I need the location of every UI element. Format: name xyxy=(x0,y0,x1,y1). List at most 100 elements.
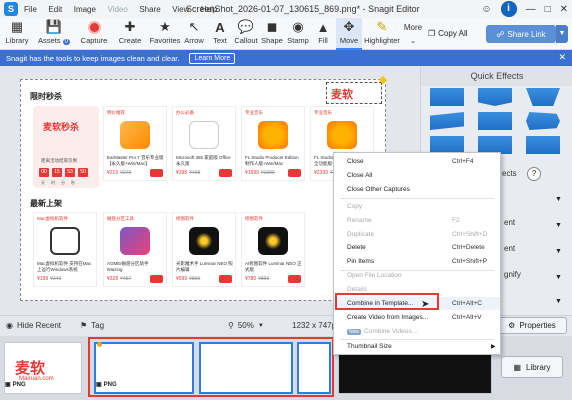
tool-arrow[interactable]: ↖ Arrow xyxy=(183,18,205,45)
share-dropdown-button[interactable]: ▼ xyxy=(556,25,568,43)
section-title-new-arrivals: 最新上架 xyxy=(30,199,62,208)
chevron-down-icon: ▼ xyxy=(257,322,264,329)
maximize-button[interactable]: □ xyxy=(545,4,551,15)
expand-chevron-icon[interactable]: ▼ xyxy=(555,274,562,281)
tag-button[interactable]: ⚑ Tag xyxy=(80,321,104,330)
mouse-cursor-icon: ➤ xyxy=(421,299,430,310)
expand-chevron-icon[interactable]: ▼ xyxy=(555,196,562,203)
title-bar: S File Edit Image Video Share View Help … xyxy=(0,0,572,18)
buy-button xyxy=(219,275,232,283)
move-icon: ✥ xyxy=(343,19,355,34)
side-label: gnify xyxy=(504,270,521,279)
new-badge: New xyxy=(347,329,362,335)
help-button[interactable]: ? xyxy=(527,167,541,181)
effect-preset[interactable] xyxy=(478,88,512,106)
menu-item-pin[interactable]: Pin Items Ctrl+Shift+P xyxy=(334,255,500,268)
menu-item-close[interactable]: Close Ctrl+F4 xyxy=(334,155,500,168)
library-button[interactable]: ▦ Library xyxy=(4,18,30,45)
effect-preset[interactable] xyxy=(526,136,560,154)
fill-icon: ▲ xyxy=(316,19,330,35)
expand-chevron-icon[interactable]: ▼ xyxy=(555,222,562,229)
buy-button xyxy=(150,169,163,177)
effect-preset[interactable] xyxy=(526,112,560,130)
share-link-button[interactable]: ☍ Share Link xyxy=(486,25,556,43)
effect-preset[interactable] xyxy=(430,88,464,106)
section-title-flash-sale: 限时秒杀 xyxy=(30,92,62,101)
expand-chevron-icon[interactable]: ▼ xyxy=(555,298,562,305)
assets-button[interactable]: 💾 Assets 0 xyxy=(36,18,72,45)
tool-text[interactable]: A Text xyxy=(209,18,231,46)
product-card: Mac虚拟机软件 Mac虚拟机软件 支持在Mac上运行Windows系统 ¥19… xyxy=(33,212,97,287)
menu-file[interactable]: File xyxy=(24,5,37,14)
buy-button xyxy=(288,169,301,177)
side-label: ent xyxy=(504,218,516,227)
side-label: ent xyxy=(504,244,516,253)
buy-button xyxy=(288,275,301,283)
library-tray-button[interactable]: ▦ Library xyxy=(501,356,563,378)
menu-item-open-location[interactable]: Open File Location xyxy=(334,269,500,282)
menu-item-combine-videos[interactable]: New Combine Videos... xyxy=(334,325,500,338)
properties-button[interactable]: ⚙ Properties xyxy=(497,317,567,334)
product-card: 修图软件 光影魔术手 Luminar NEO 照片编辑 ¥599 ¥899 xyxy=(172,212,236,287)
menu-edit[interactable]: Edit xyxy=(48,5,62,14)
menu-item-copy[interactable]: Copy xyxy=(334,200,500,213)
expand-chevron-icon[interactable]: ▼ xyxy=(555,248,562,255)
create-button[interactable]: ✚ Create xyxy=(116,18,144,45)
product-card: 特价推荐 EarMaster Pro 7 音乐专业版【永久版+Win/Mac】 … xyxy=(103,106,167,181)
zoom-icon: ⚲ xyxy=(228,321,234,330)
tool-move[interactable]: ✥ Move xyxy=(336,18,362,50)
account-icon[interactable]: ☺ xyxy=(481,4,491,15)
capture-button[interactable]: Capture xyxy=(78,18,110,45)
tool-highlighter[interactable]: ✎ Highlighter xyxy=(364,18,400,45)
effect-preset[interactable] xyxy=(478,112,512,130)
learn-more-button[interactable]: Learn More xyxy=(189,52,236,64)
menu-item-close-all[interactable]: Close All xyxy=(334,169,500,182)
menu-item-rename[interactable]: Rename F2 xyxy=(334,214,500,227)
close-window-button[interactable]: ✕ xyxy=(560,4,568,15)
menu-item-duplicate[interactable]: Duplicate Ctrl+Shift+D xyxy=(334,228,500,241)
buy-button xyxy=(150,275,163,283)
shape-icon: ◼ xyxy=(266,19,278,34)
product-card: 办公必备 Microsoft 365 家庭版 Office 永久版 ¥398 ¥4… xyxy=(172,106,236,181)
library-icon: ▦ xyxy=(10,19,24,34)
file-type-badge: ▣ PNG xyxy=(5,381,26,389)
tool-callout[interactable]: 💬 Callout xyxy=(233,18,259,45)
submenu-arrow-icon: ▶ xyxy=(491,344,496,350)
tool-shape[interactable]: ◼ Shape xyxy=(260,18,284,45)
copy-all-button[interactable]: ❐ Copy All xyxy=(428,29,468,38)
countdown-labels: 天时分秒 xyxy=(41,180,81,185)
star-icon: ★ xyxy=(159,19,171,34)
effects-section-label: ects xyxy=(502,169,517,178)
toolbar: ▦ Library 💾 Assets 0 Capture ✚ Create ★ … xyxy=(0,18,572,50)
assets-label: Assets xyxy=(38,36,61,45)
product-card: 专业音乐 FL Studio Producer Edition 制作人版+Win… xyxy=(241,106,305,181)
menu-share[interactable]: Share xyxy=(139,5,160,14)
menu-item-delete[interactable]: Delete Ctrl+Delete xyxy=(334,241,500,254)
snagit-logo-icon: S xyxy=(4,2,18,16)
close-notification-icon[interactable]: ✕ xyxy=(558,52,566,63)
menu-image[interactable]: Image xyxy=(74,5,96,14)
stamp-icon: ◉ xyxy=(292,19,304,34)
menu-item-thumbnail-size[interactable]: Thumbnail Size ▶ xyxy=(334,340,500,353)
tool-stamp[interactable]: ◉ Stamp xyxy=(286,18,310,45)
product-icon xyxy=(327,121,357,149)
plus-icon: ✚ xyxy=(124,19,136,34)
hide-recent-button[interactable]: ◉ Hide Recent xyxy=(6,321,61,330)
product-icon xyxy=(189,121,219,149)
stamp-logo[interactable]: 麦软 xyxy=(326,82,382,104)
minimize-button[interactable]: — xyxy=(526,4,536,15)
zoom-select[interactable]: ⚲ 50% ▼ xyxy=(228,321,264,330)
panel-title: Quick Effects xyxy=(421,66,572,86)
eye-icon: ◉ xyxy=(6,321,13,330)
window-title: ScreenShot_2026-01-07_130615_869.png* - … xyxy=(186,4,420,14)
tool-fill[interactable]: ▲ Fill xyxy=(314,18,332,46)
more-label: More xyxy=(403,22,423,32)
info-icon[interactable]: i xyxy=(500,1,517,17)
tool-favorites[interactable]: ★ Favorites xyxy=(150,18,181,45)
menu-item-close-other[interactable]: Close Other Captures xyxy=(334,183,500,196)
menu-item-create-video[interactable]: Create Video from Images... Ctrl+Alt+V xyxy=(334,311,500,324)
more-button[interactable]: More ⌄ xyxy=(402,18,424,46)
highlighter-icon: ✎ xyxy=(376,19,388,34)
menu-video[interactable]: Video xyxy=(107,5,127,14)
product-icon xyxy=(258,121,288,149)
